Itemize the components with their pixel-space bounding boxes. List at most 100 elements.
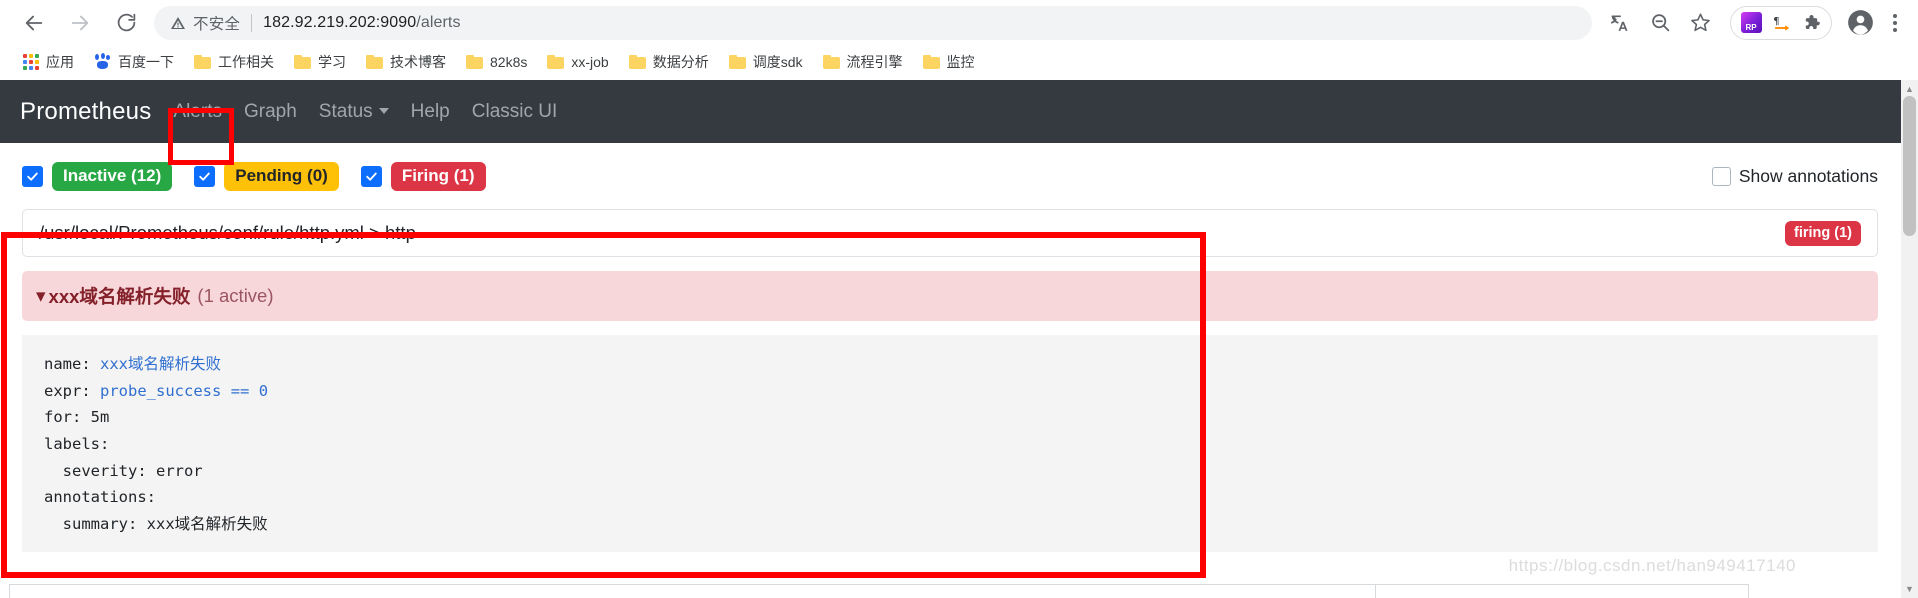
baidu-paw-icon [94, 53, 111, 70]
bookmark-folder-9[interactable]: 流程引擎 [814, 48, 912, 76]
bookmark-label: 数据分析 [652, 54, 709, 70]
folder-icon [194, 55, 211, 69]
checkbox-show-annotations[interactable] [1711, 166, 1731, 186]
show-annotations-label: Show annotations [1738, 165, 1878, 186]
bottom-panel-divider [1375, 584, 1376, 598]
yaml-name-value: xxx域名解析失败 [100, 355, 222, 373]
svg-text:¶: ¶ [1774, 14, 1780, 26]
security-status-text: 不安全 [193, 15, 241, 33]
url-text: 182.92.219.202:9090/alerts [263, 13, 461, 31]
folder-icon [628, 55, 646, 69]
prometheus-brand[interactable]: Prometheus [20, 98, 151, 126]
toolbar-icon-group: RP ¶ [1602, 5, 1918, 41]
three-dot-menu-icon[interactable] [1880, 5, 1910, 41]
nav-item-help[interactable]: Help [411, 101, 450, 123]
alert-rule-definition-panel: name: xxx域名解析失败 expr: probe_success == 0… [22, 335, 1878, 552]
checkbox-pending[interactable] [194, 165, 216, 187]
nav-item-graph[interactable]: Graph [244, 101, 297, 123]
bottom-panel [9, 584, 1749, 598]
prometheus-navbar: Prometheus Alerts Graph Status Help Clas… [0, 80, 1918, 143]
yaml-annotations-key: annotations: [44, 488, 156, 507]
alert-group-header[interactable]: /usr/local/Prometheus/conf/rule/http.yml… [22, 209, 1878, 257]
bookmark-folder-5[interactable]: 82k8s [457, 48, 536, 76]
page-scrollbar-thumb[interactable] [1903, 96, 1916, 236]
warning-triangle-icon [170, 15, 186, 31]
back-arrow-icon[interactable] [14, 3, 54, 43]
yaml-labels-key: labels: [44, 434, 110, 453]
chevron-down-icon[interactable]: ▾ [36, 287, 46, 306]
yaml-expr-value: 0 [258, 381, 269, 400]
reload-icon[interactable] [106, 3, 146, 43]
apps-grid-icon [23, 54, 39, 70]
bookmark-baidu[interactable]: 百度一下 [85, 48, 183, 76]
bottom-strip [0, 578, 1918, 598]
bookmark-folder-3[interactable]: 学习 [285, 48, 355, 76]
scroll-up-arrow-icon[interactable]: ▲ [1903, 82, 1916, 96]
bookmark-folder-7[interactable]: 数据分析 [620, 48, 718, 76]
yaml-expr-metric: probe_success [100, 381, 222, 400]
folder-icon [466, 55, 483, 69]
bookmark-label: 学习 [318, 54, 346, 70]
bookmark-label: 调度sdk [752, 54, 803, 70]
bookmarks-bar: 应用 百度一下 工作相关 学习 技术博客 82k8s xx-job 数据分析 调… [0, 45, 1918, 80]
nav-item-classic-ui[interactable]: Classic UI [472, 101, 558, 123]
bookmark-folder-2[interactable]: 工作相关 [185, 48, 283, 76]
folder-icon [922, 55, 940, 69]
omnibox-divider [251, 13, 253, 32]
filter-firing[interactable]: Firing (1) [360, 161, 486, 191]
bookmark-folder-10[interactable]: 监控 [914, 48, 984, 76]
bookmark-label: 工作相关 [218, 54, 274, 70]
alert-rule-yaml: name: xxx域名解析失败 expr: probe_success == 0… [44, 351, 1878, 538]
nav-item-alerts[interactable]: Alerts [173, 101, 222, 123]
badge-inactive[interactable]: Inactive (12) [52, 161, 173, 191]
browser-toolbar: 不安全 182.92.219.202:9090/alerts RP ¶ [0, 0, 1918, 45]
alert-group-path: /usr/local/Prometheus/conf/rule/http.yml… [39, 222, 416, 243]
nav-item-status-label: Status [318, 100, 373, 122]
folder-icon [728, 55, 746, 69]
folder-icon [294, 55, 311, 69]
checkbox-inactive[interactable] [22, 165, 43, 187]
alerts-page-body: Inactive (12) Pending (0) Firing (1) Sho… [0, 143, 1900, 598]
filter-inactive[interactable]: Inactive (12) [22, 161, 173, 191]
alert-group-status-badge: firing (1) [1785, 220, 1861, 246]
show-annotations-toggle[interactable]: Show annotations [1711, 165, 1878, 187]
profile-avatar-icon[interactable] [1842, 5, 1878, 41]
bookmark-folder-8[interactable]: 调度sdk [720, 48, 812, 76]
yaml-for-line: for: 5m [44, 408, 110, 427]
forward-arrow-icon[interactable] [60, 3, 100, 43]
bookmark-label: 82k8s [490, 54, 528, 70]
address-bar[interactable]: 不安全 182.92.219.202:9090/alerts [154, 5, 1592, 40]
rp-extension-icon[interactable]: RP [1736, 8, 1766, 38]
bookmark-label: 百度一下 [118, 54, 174, 70]
scroll-down-arrow-icon[interactable]: ▼ [1903, 582, 1916, 596]
translate-icon[interactable] [1602, 5, 1638, 41]
alert-state-filter-row: Inactive (12) Pending (0) Firing (1) Sho… [22, 153, 1878, 199]
pilcrow-arrow-extension-icon[interactable]: ¶ [1766, 8, 1796, 38]
yaml-name-key: name: [44, 355, 91, 373]
badge-pending[interactable]: Pending (0) [224, 161, 339, 191]
yaml-annotations-summary: summary: xxx域名解析失败 [44, 514, 268, 533]
folder-icon [366, 55, 383, 69]
puzzle-extensions-icon[interactable] [1796, 8, 1826, 38]
checkbox-firing[interactable] [360, 165, 382, 187]
bookmark-star-icon[interactable] [1682, 5, 1718, 41]
bookmark-label: 监控 [946, 54, 975, 70]
folder-icon [822, 55, 840, 69]
yaml-expr-key: expr: [44, 381, 91, 400]
bookmark-label: 应用 [46, 54, 74, 70]
watermark-text: https://blog.csdn.net/han949417140 [1508, 556, 1796, 575]
rp-extension-label: RP [1740, 12, 1762, 33]
alert-rule-row[interactable]: ▾ xxx域名解析失败 (1 active) [22, 271, 1878, 321]
zoom-out-icon[interactable] [1642, 5, 1678, 41]
filter-pending[interactable]: Pending (0) [194, 161, 339, 191]
folder-icon [547, 55, 565, 69]
alert-rule-name: xxx域名解析失败 [48, 286, 191, 307]
bookmark-apps[interactable]: 应用 [14, 48, 83, 76]
badge-firing-filter[interactable]: Firing (1) [390, 161, 486, 191]
yaml-expr-operator: == [230, 381, 250, 400]
bookmark-label: 流程引擎 [846, 54, 903, 70]
bookmark-folder-6[interactable]: xx-job [538, 48, 617, 76]
nav-item-status[interactable]: Status [319, 101, 389, 123]
alert-active-count: (1 active) [197, 285, 274, 306]
bookmark-folder-4[interactable]: 技术博客 [357, 48, 455, 76]
